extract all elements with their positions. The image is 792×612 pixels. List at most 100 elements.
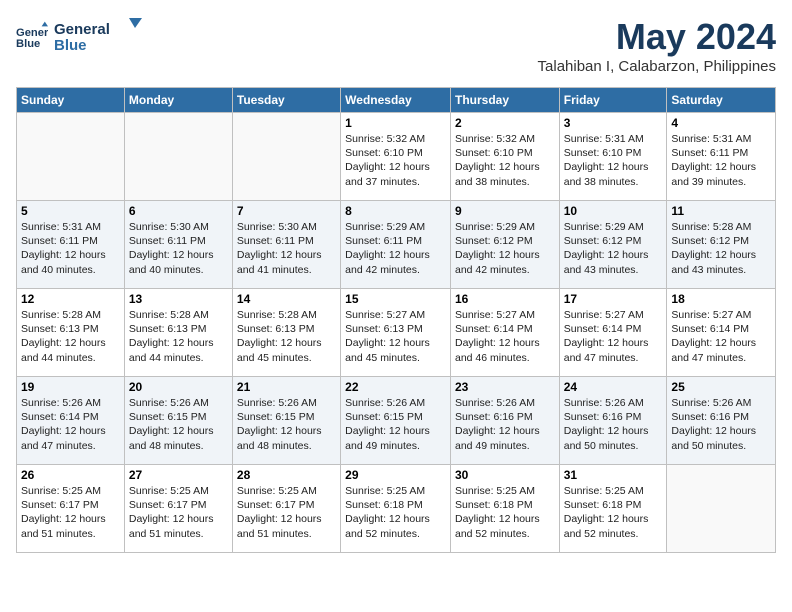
day-info: Sunrise: 5:28 AMSunset: 6:13 PMDaylight:… xyxy=(237,308,336,365)
day-info: Sunrise: 5:27 AMSunset: 6:13 PMDaylight:… xyxy=(345,308,446,365)
calendar-cell xyxy=(667,465,776,553)
day-number: 9 xyxy=(455,204,555,218)
day-number: 16 xyxy=(455,292,555,306)
calendar-cell: 27 Sunrise: 5:25 AMSunset: 6:17 PMDayligh… xyxy=(124,465,232,553)
day-number: 12 xyxy=(21,292,120,306)
day-number: 15 xyxy=(345,292,446,306)
svg-text:General: General xyxy=(54,21,110,38)
day-number: 22 xyxy=(345,380,446,394)
day-number: 30 xyxy=(455,468,555,482)
day-info: Sunrise: 5:26 AMSunset: 6:16 PMDaylight:… xyxy=(455,396,555,453)
calendar-cell: 30 Sunrise: 5:25 AMSunset: 6:18 PMDayligh… xyxy=(450,465,559,553)
logo-icon: General Blue xyxy=(16,20,48,52)
day-number: 19 xyxy=(21,380,120,394)
day-number: 25 xyxy=(671,380,771,394)
calendar-table: SundayMondayTuesdayWednesdayThursdayFrid… xyxy=(16,87,776,553)
calendar-cell: 25 Sunrise: 5:26 AMSunset: 6:16 PMDayligh… xyxy=(667,377,776,465)
calendar-cell: 6Sunrise: 5:30 AMSunset: 6:11 PMDaylight… xyxy=(124,201,232,289)
weekday-header-sunday: Sunday xyxy=(17,88,125,113)
day-number: 13 xyxy=(129,292,228,306)
calendar-cell xyxy=(124,113,232,201)
day-info: Sunrise: 5:25 AMSunset: 6:18 PMDaylight:… xyxy=(345,484,446,541)
week-row-4: 19Sunrise: 5:26 AMSunset: 6:14 PMDayligh… xyxy=(17,377,776,465)
calendar-cell: 10Sunrise: 5:29 AMSunset: 6:12 PMDayligh… xyxy=(559,201,667,289)
day-info: Sunrise: 5:26 AMSunset: 6:15 PMDaylight:… xyxy=(237,396,336,453)
calendar-cell: 11 Sunrise: 5:28 AMSunset: 6:12 PMDayligh… xyxy=(667,201,776,289)
calendar-cell: 4Sunrise: 5:31 AMSunset: 6:11 PMDaylight… xyxy=(667,113,776,201)
day-number: 29 xyxy=(345,468,446,482)
title-block: May 2024 Talahiban I, Calabarzon, Philip… xyxy=(538,16,776,75)
calendar-cell: 9Sunrise: 5:29 AMSunset: 6:12 PMDaylight… xyxy=(450,201,559,289)
calendar-cell: 13 Sunrise: 5:28 AMSunset: 6:13 PMDayligh… xyxy=(124,289,232,377)
day-number: 18 xyxy=(671,292,771,306)
day-info: Sunrise: 5:25 AMSunset: 6:17 PMDaylight:… xyxy=(237,484,336,541)
day-info: Sunrise: 5:32 AMSunset: 6:10 PMDaylight:… xyxy=(455,132,555,189)
day-info: Sunrise: 5:26 AMSunset: 6:15 PMDaylight:… xyxy=(129,396,228,453)
calendar-cell: 21 Sunrise: 5:26 AMSunset: 6:15 PMDayligh… xyxy=(232,377,340,465)
day-number: 11 xyxy=(671,204,771,218)
day-number: 3 xyxy=(564,116,663,130)
calendar-cell: 20Sunrise: 5:26 AMSunset: 6:15 PMDayligh… xyxy=(124,377,232,465)
day-number: 23 xyxy=(455,380,555,394)
calendar-cell: 14 Sunrise: 5:28 AMSunset: 6:13 PMDayligh… xyxy=(232,289,340,377)
day-info: Sunrise: 5:32 AMSunset: 6:10 PMDaylight:… xyxy=(345,132,446,189)
calendar-cell: 17 Sunrise: 5:27 AMSunset: 6:14 PMDayligh… xyxy=(559,289,667,377)
calendar-cell: 29 Sunrise: 5:25 AMSunset: 6:18 PMDayligh… xyxy=(341,465,451,553)
day-info: Sunrise: 5:31 AMSunset: 6:10 PMDaylight:… xyxy=(564,132,663,189)
day-info: Sunrise: 5:29 AMSunset: 6:11 PMDaylight:… xyxy=(345,220,446,277)
day-number: 6 xyxy=(129,204,228,218)
day-number: 8 xyxy=(345,204,446,218)
day-info: Sunrise: 5:27 AMSunset: 6:14 PMDaylight:… xyxy=(671,308,771,365)
calendar-cell: 12Sunrise: 5:28 AMSunset: 6:13 PMDayligh… xyxy=(17,289,125,377)
day-number: 27 xyxy=(129,468,228,482)
calendar-cell: 3 Sunrise: 5:31 AMSunset: 6:10 PMDaylight… xyxy=(559,113,667,201)
svg-text:Blue: Blue xyxy=(54,37,87,54)
calendar-cell xyxy=(232,113,340,201)
day-info: Sunrise: 5:26 AMSunset: 6:15 PMDaylight:… xyxy=(345,396,446,453)
day-info: Sunrise: 5:29 AMSunset: 6:12 PMDaylight:… xyxy=(564,220,663,277)
calendar-cell: 16Sunrise: 5:27 AMSunset: 6:14 PMDayligh… xyxy=(450,289,559,377)
calendar-cell: 31 Sunrise: 5:25 AMSunset: 6:18 PMDayligh… xyxy=(559,465,667,553)
weekday-header-tuesday: Tuesday xyxy=(232,88,340,113)
day-number: 21 xyxy=(237,380,336,394)
day-info: Sunrise: 5:27 AMSunset: 6:14 PMDaylight:… xyxy=(564,308,663,365)
svg-text:General: General xyxy=(16,27,48,39)
day-info: Sunrise: 5:25 AMSunset: 6:18 PMDaylight:… xyxy=(564,484,663,541)
day-number: 28 xyxy=(237,468,336,482)
calendar-cell: 2 Sunrise: 5:32 AMSunset: 6:10 PMDaylight… xyxy=(450,113,559,201)
week-row-3: 12 Sunrise: 5:28 AMSunset: 6:13 PMDayligh… xyxy=(17,289,776,377)
week-row-2: 5 Sunrise: 5:31 AMSunset: 6:11 PMDaylight… xyxy=(17,201,776,289)
weekday-header-wednesday: Wednesday xyxy=(341,88,451,113)
day-info: Sunrise: 5:25 AMSunset: 6:18 PMDaylight:… xyxy=(455,484,555,541)
page-header: General Blue General Blue May 2024 Talah… xyxy=(16,16,776,75)
calendar-cell: 18 Sunrise: 5:27 AMSunset: 6:14 PMDayligh… xyxy=(667,289,776,377)
calendar-cell: 19Sunrise: 5:26 AMSunset: 6:14 PMDayligh… xyxy=(17,377,125,465)
weekday-header-saturday: Saturday xyxy=(667,88,776,113)
day-info: Sunrise: 5:31 AMSunset: 6:11 PMDaylight:… xyxy=(21,220,120,277)
day-number: 14 xyxy=(237,292,336,306)
day-number: 1 xyxy=(345,116,446,130)
calendar-cell: 1 Sunrise: 5:32 AMSunset: 6:10 PMDaylight… xyxy=(341,113,451,201)
calendar-cell: 22 Sunrise: 5:26 AMSunset: 6:15 PMDayligh… xyxy=(341,377,451,465)
day-info: Sunrise: 5:25 AMSunset: 6:17 PMDaylight:… xyxy=(129,484,228,541)
calendar-cell xyxy=(17,113,125,201)
calendar-cell: 23 Sunrise: 5:26 AMSunset: 6:16 PMDayligh… xyxy=(450,377,559,465)
day-number: 5 xyxy=(21,204,120,218)
location-title: Talahiban I, Calabarzon, Philippines xyxy=(538,58,776,75)
weekday-header-friday: Friday xyxy=(559,88,667,113)
day-number: 2 xyxy=(455,116,555,130)
calendar-cell: 26Sunrise: 5:25 AMSunset: 6:17 PMDayligh… xyxy=(17,465,125,553)
day-number: 24 xyxy=(564,380,663,394)
day-info: Sunrise: 5:28 AMSunset: 6:13 PMDaylight:… xyxy=(129,308,228,365)
day-info: Sunrise: 5:26 AMSunset: 6:16 PMDaylight:… xyxy=(564,396,663,453)
day-number: 4 xyxy=(671,116,771,130)
day-number: 17 xyxy=(564,292,663,306)
month-title: May 2024 xyxy=(538,16,776,58)
weekday-header-monday: Monday xyxy=(124,88,232,113)
day-number: 31 xyxy=(564,468,663,482)
calendar-cell: 15 Sunrise: 5:27 AMSunset: 6:13 PMDayligh… xyxy=(341,289,451,377)
calendar-cell: 24 Sunrise: 5:26 AMSunset: 6:16 PMDayligh… xyxy=(559,377,667,465)
day-info: Sunrise: 5:28 AMSunset: 6:12 PMDaylight:… xyxy=(671,220,771,277)
weekday-header-thursday: Thursday xyxy=(450,88,559,113)
day-info: Sunrise: 5:26 AMSunset: 6:16 PMDaylight:… xyxy=(671,396,771,453)
